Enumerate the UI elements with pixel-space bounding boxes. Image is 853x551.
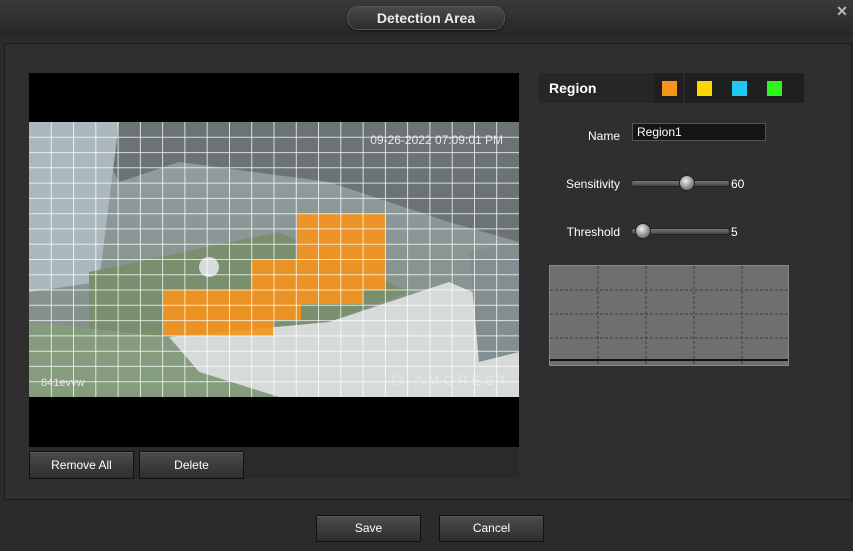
sensitivity-slider-handle[interactable] <box>679 175 695 191</box>
remove-all-button[interactable]: Remove All <box>29 451 134 479</box>
region-color-blue[interactable] <box>732 81 747 96</box>
threshold-value: 5 <box>731 225 738 239</box>
close-icon[interactable]: ✕ <box>835 4 849 18</box>
camera-label: 841evvw <box>41 377 85 389</box>
title-bar: Detection Area ✕ <box>0 0 853 36</box>
name-field[interactable] <box>632 123 766 141</box>
amcrest-logo-icon: ⬡ <box>391 372 408 388</box>
region-label: Region <box>539 73 654 103</box>
swatch-separator <box>683 73 685 103</box>
sensitivity-value: 60 <box>731 177 745 191</box>
threshold-label: Threshold <box>566 225 620 239</box>
camera-image <box>29 122 519 397</box>
delete-button[interactable]: Delete <box>139 451 244 479</box>
cancel-button[interactable]: Cancel <box>439 515 544 542</box>
watermark-text: AMCREST <box>414 372 511 388</box>
video-timestamp: 09-26-2022 07:09:01 PM <box>370 133 503 147</box>
region-color-green[interactable] <box>767 81 782 96</box>
region-color-orange[interactable] <box>662 81 677 96</box>
sensitivity-label: Sensitivity <box>565 177 620 191</box>
dialog-title: Detection Area <box>347 6 505 30</box>
motion-graph-grid <box>550 266 788 365</box>
region-color-yellow[interactable] <box>697 81 712 96</box>
watermark: ⬡ AMCREST <box>391 372 511 389</box>
name-label: Name <box>587 129 620 143</box>
save-button[interactable]: Save <box>316 515 421 542</box>
threshold-slider-handle[interactable] <box>635 223 651 239</box>
camera-scene[interactable]: 09-26-2022 07:09:01 PM 841evvw ⬡ AMCREST <box>29 122 519 397</box>
motion-graph <box>549 265 789 366</box>
